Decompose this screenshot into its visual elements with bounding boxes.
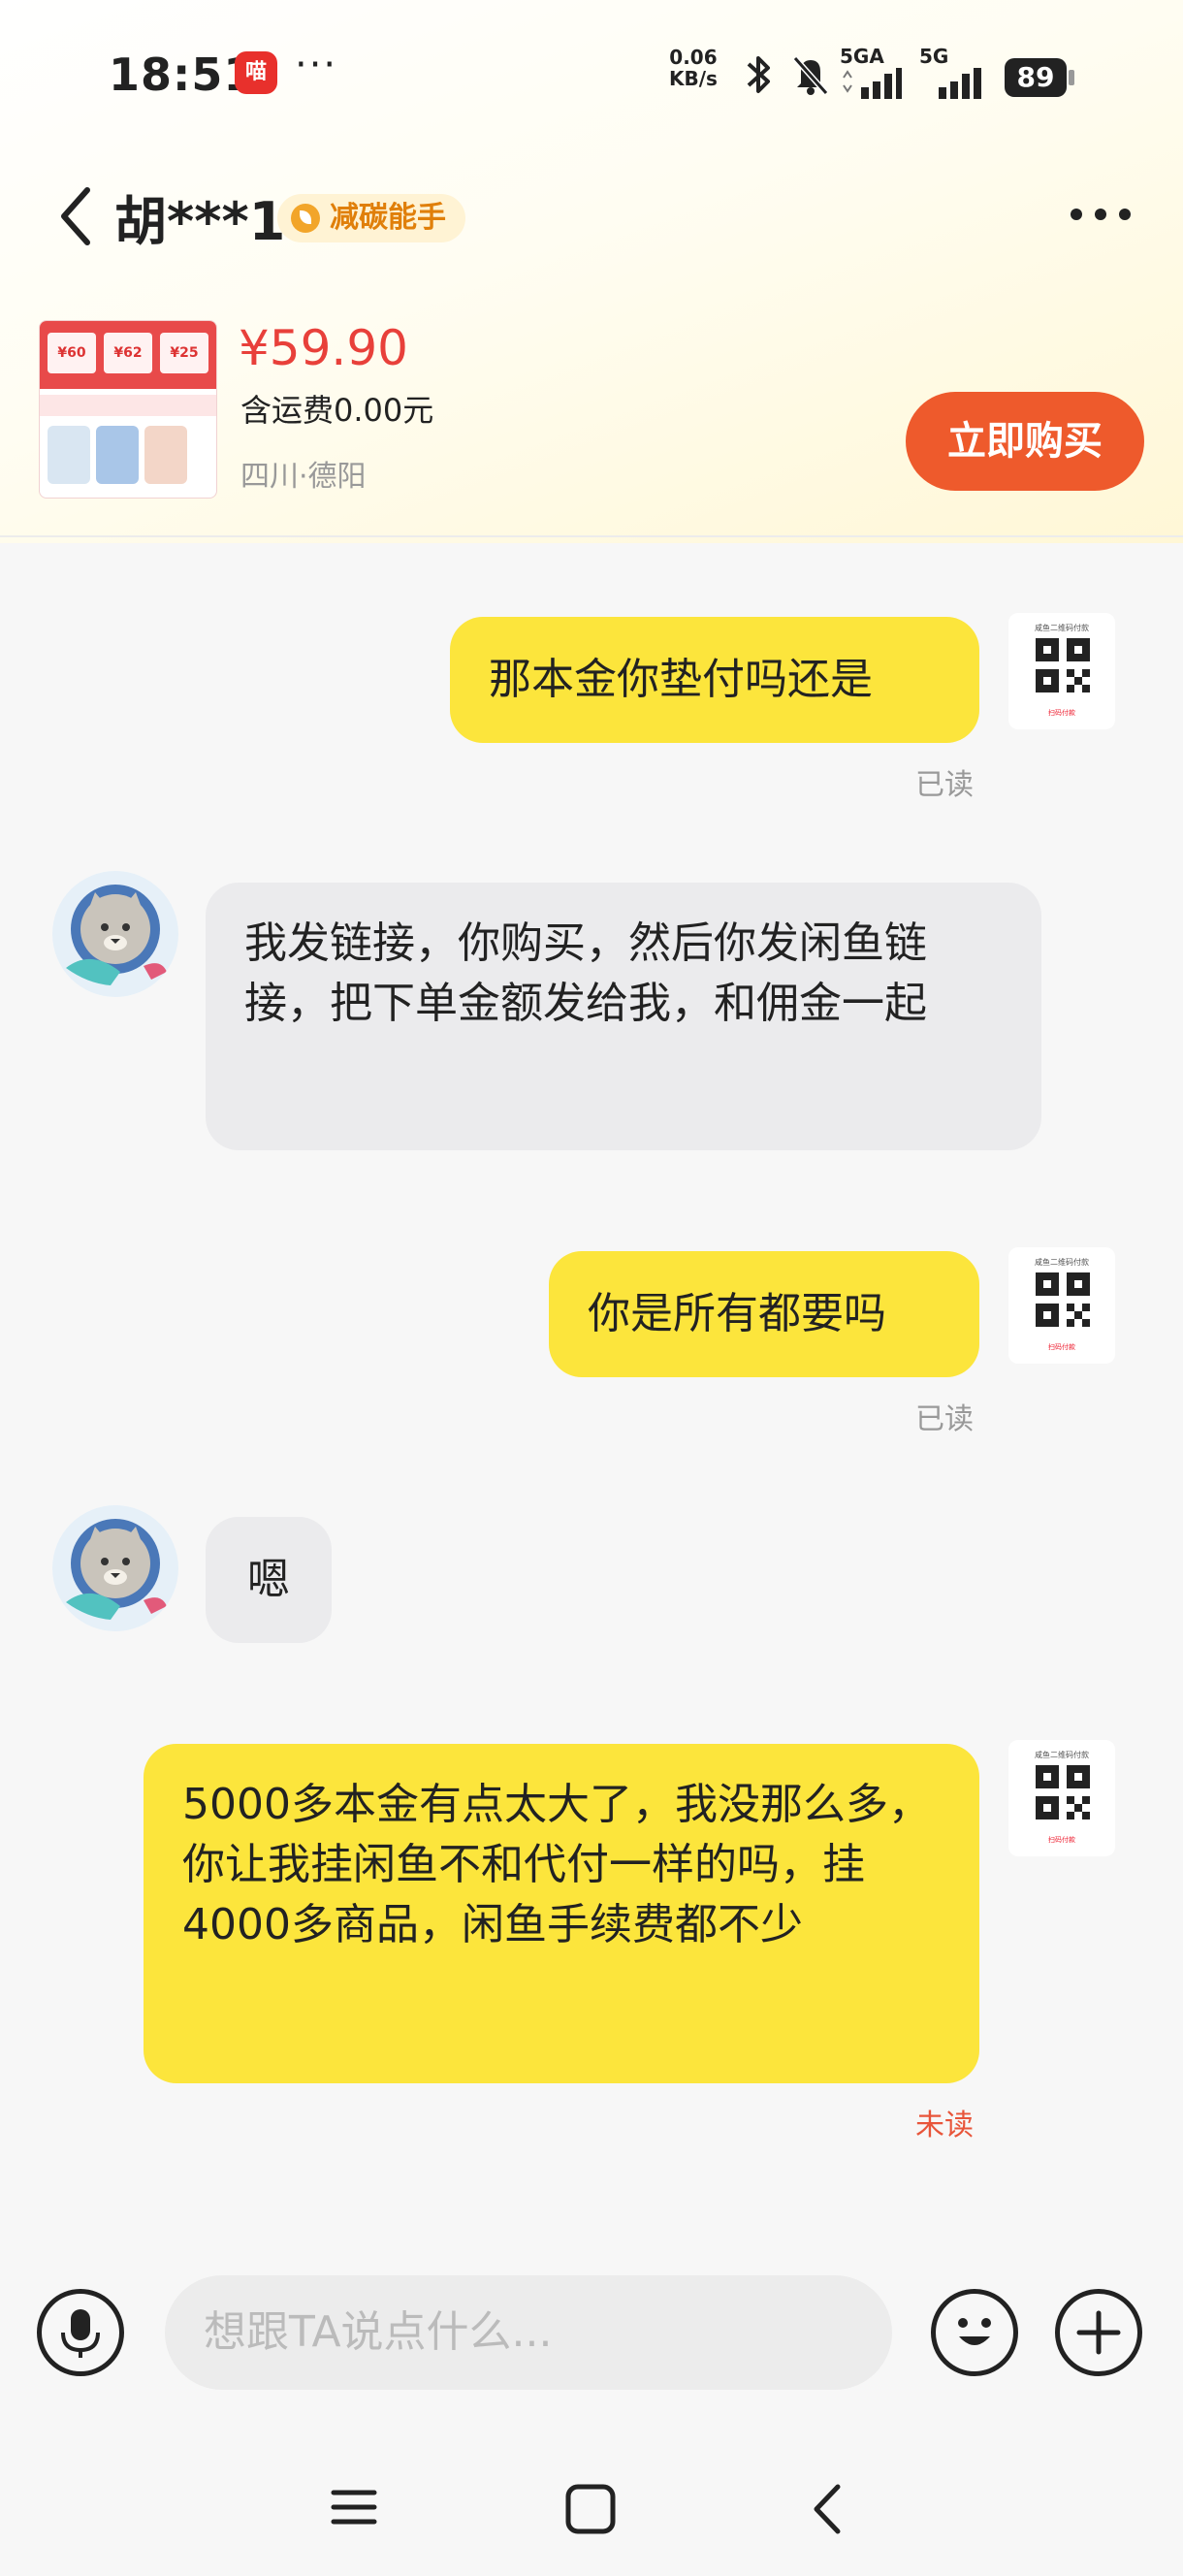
my-avatar[interactable]: 咸鱼二维码付款 扫码付款 (1008, 613, 1115, 729)
signal-bars-icon (843, 68, 902, 99)
menu-nav-icon[interactable] (330, 2483, 378, 2531)
signal-sim1: 5GA (840, 45, 902, 99)
outgoing-message[interactable]: 5000多本金有点太大了，我没那么多，你让我挂闲鱼不和代付一样的吗，挂4000多… (144, 1744, 979, 2083)
header-divider (0, 535, 1183, 537)
message-input-bar: 想跟TA说点什么... (0, 2260, 1183, 2405)
chat-partner-name: 胡***1 (114, 191, 286, 252)
buy-now-button[interactable]: 立即购买 (906, 392, 1144, 491)
message-read-status: 已读 (915, 1402, 974, 1436)
emoji-button[interactable] (931, 2289, 1018, 2376)
partner-avatar[interactable] (52, 1505, 178, 1631)
bluetooth-icon (747, 56, 770, 93)
network-speed-unit: KB/s (669, 67, 718, 90)
home-nav-icon[interactable] (564, 2483, 617, 2535)
app-notification-icon: 喵 (235, 51, 277, 94)
my-avatar[interactable]: 咸鱼二维码付款 扫码付款 (1008, 1247, 1115, 1364)
chat-header: 胡***1 减碳能手 (0, 175, 1183, 262)
product-thumbnail[interactable]: ¥60 ¥62 ¥25 (39, 320, 217, 499)
qr-code-icon (1036, 638, 1090, 692)
status-bar: 18:51 喵 ··· 0.06 KB/s 5GA 5G 89 (0, 39, 1183, 116)
add-button[interactable] (1055, 2289, 1142, 2376)
my-avatar[interactable]: 咸鱼二维码付款 扫码付款 (1008, 1740, 1115, 1856)
product-price: ¥59.90 (239, 320, 408, 376)
partner-avatar[interactable] (52, 871, 178, 997)
product-card[interactable]: ¥60 ¥62 ¥25 ¥59.90 含运费0.00元 四川·德阳 立即购买 (0, 310, 1183, 533)
outgoing-message[interactable]: 那本金你垫付吗还是 (450, 617, 979, 743)
outgoing-message[interactable]: 你是所有都要吗 (549, 1251, 979, 1377)
message-input[interactable]: 想跟TA说点什么... (165, 2275, 892, 2390)
emoji-icon (958, 2318, 991, 2345)
back-nav-icon[interactable] (807, 2483, 849, 2535)
leaf-icon (291, 204, 320, 233)
signal-sim1-label: 5GA (840, 45, 884, 68)
network-speed: 0.06 KB/s (669, 47, 718, 89)
voice-icon (61, 2309, 100, 2358)
incoming-message[interactable]: 嗯 (206, 1517, 332, 1643)
cat-avatar-icon (52, 1505, 178, 1631)
signal-sim2-label: 5G (919, 45, 949, 68)
product-location: 四川·德阳 (240, 460, 367, 494)
user-badge-label: 减碳能手 (330, 201, 446, 235)
status-time: 18:51 (109, 48, 256, 101)
message-unread-status: 未读 (915, 2109, 974, 2142)
back-icon[interactable] (54, 182, 97, 250)
signal-sim2: 5G (919, 45, 987, 99)
qr-code-icon (1036, 1272, 1090, 1327)
qr-code-icon (1036, 1765, 1090, 1819)
add-icon (1076, 2310, 1121, 2355)
system-nav-bar (0, 2444, 1183, 2576)
mute-bell-icon (792, 56, 829, 95)
incoming-message[interactable]: 我发链接，你购买，然后你发闲鱼链接，把下单金额发给我，和佣金一起 (206, 883, 1041, 1150)
message-read-status: 已读 (915, 768, 974, 802)
more-notifications-indicator: ··· (295, 43, 338, 87)
user-badge[interactable]: 减碳能手 (277, 194, 465, 242)
network-speed-value: 0.06 (669, 46, 718, 69)
signal-bars-icon (939, 68, 981, 99)
cat-avatar-icon (52, 871, 178, 997)
more-icon[interactable] (1067, 200, 1135, 229)
product-shipping: 含运费0.00元 (240, 392, 434, 429)
battery-indicator: 89 (1005, 58, 1074, 97)
voice-button[interactable] (37, 2289, 124, 2376)
